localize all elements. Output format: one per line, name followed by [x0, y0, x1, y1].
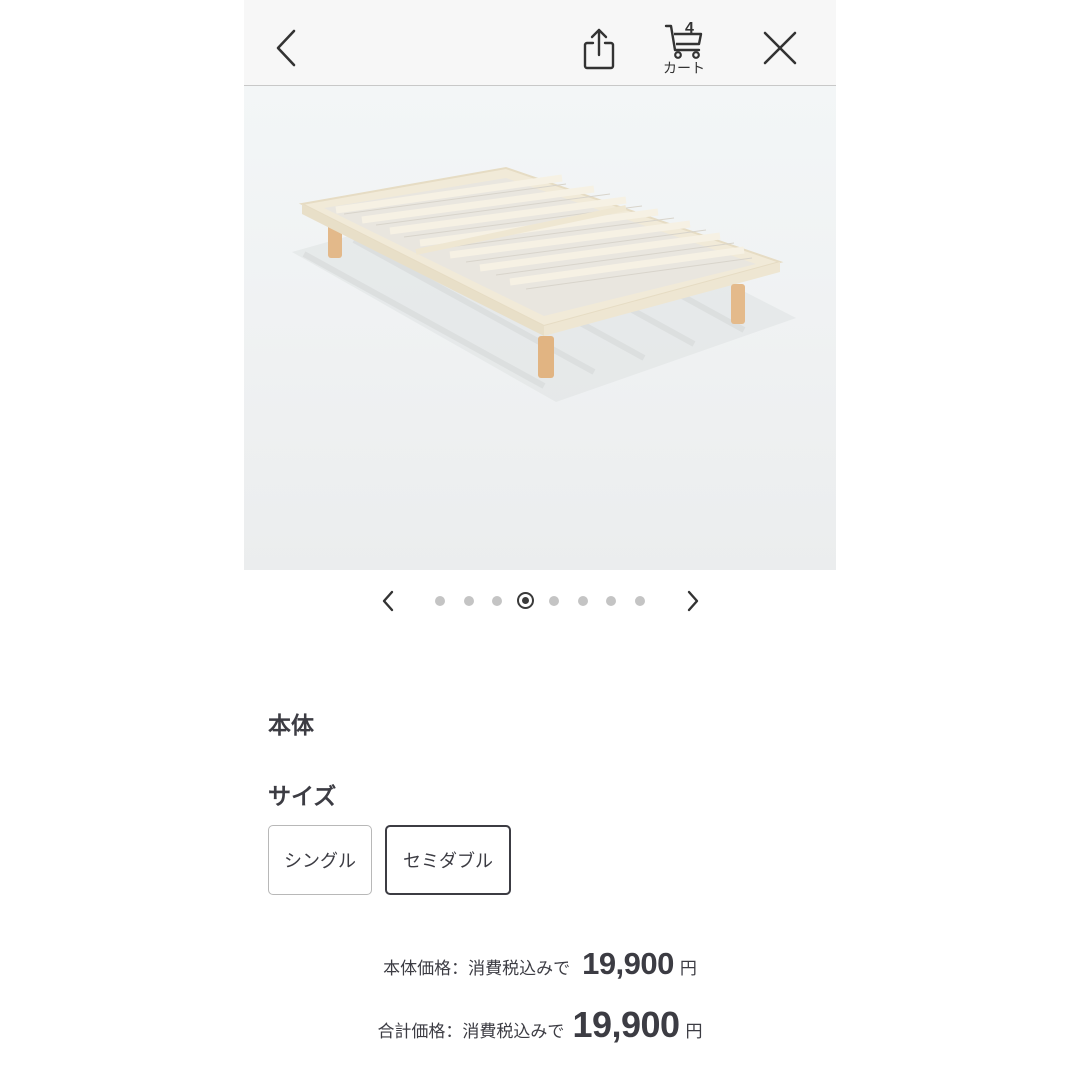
image-pager — [244, 586, 836, 616]
pager-dot[interactable] — [578, 596, 588, 606]
product-page: 4 カート 本体 サイズ シングル セミダブル 本体価格：消費税込みで 19,9… — [244, 0, 836, 1080]
pager-next-button[interactable] — [680, 588, 706, 614]
chevron-left-icon — [382, 590, 394, 612]
back-button[interactable] — [266, 24, 306, 72]
cart-count-badge: 4 — [685, 20, 694, 37]
total-price-unit: 円 — [685, 1022, 703, 1042]
top-bar: 4 カート — [244, 0, 836, 86]
total-price-label: 合計価格：消費税込みで — [377, 1022, 565, 1042]
body-price-amount: 19,900 — [582, 946, 674, 981]
pager-dot[interactable] — [492, 596, 502, 606]
size-option-semidouble[interactable]: セミダブル — [385, 825, 511, 895]
size-option-single[interactable]: シングル — [268, 825, 372, 895]
bed-frame-image — [292, 166, 796, 402]
chevron-right-icon — [687, 590, 699, 612]
total-price-row: 合計価格：消費税込みで 19,900 円 — [244, 1004, 836, 1046]
chevron-left-icon — [276, 29, 296, 67]
total-price-amount: 19,900 — [572, 1004, 680, 1045]
body-price-row: 本体価格：消費税込みで 19,900 円 — [244, 946, 836, 982]
pager-dot-active[interactable] — [517, 592, 534, 609]
pager-dot[interactable] — [635, 596, 645, 606]
pager-dot[interactable] — [435, 596, 445, 606]
size-title: サイズ — [268, 784, 337, 810]
body-price-label: 本体価格：消費税込みで — [383, 959, 571, 979]
body-price-unit: 円 — [679, 959, 697, 979]
share-button[interactable] — [576, 24, 622, 74]
product-image[interactable] — [244, 86, 836, 570]
section-title-body: 本体 — [268, 713, 314, 739]
close-icon — [763, 31, 797, 65]
pager-dot[interactable] — [464, 596, 474, 606]
pager-dot[interactable] — [549, 596, 559, 606]
cart-icon — [664, 24, 703, 59]
close-button[interactable] — [758, 26, 802, 70]
pager-dot[interactable] — [606, 596, 616, 606]
share-icon — [583, 28, 615, 70]
pager-prev-button[interactable] — [375, 588, 401, 614]
cart-label: カート — [663, 61, 705, 77]
cart-button[interactable]: 4 カート — [652, 18, 716, 80]
